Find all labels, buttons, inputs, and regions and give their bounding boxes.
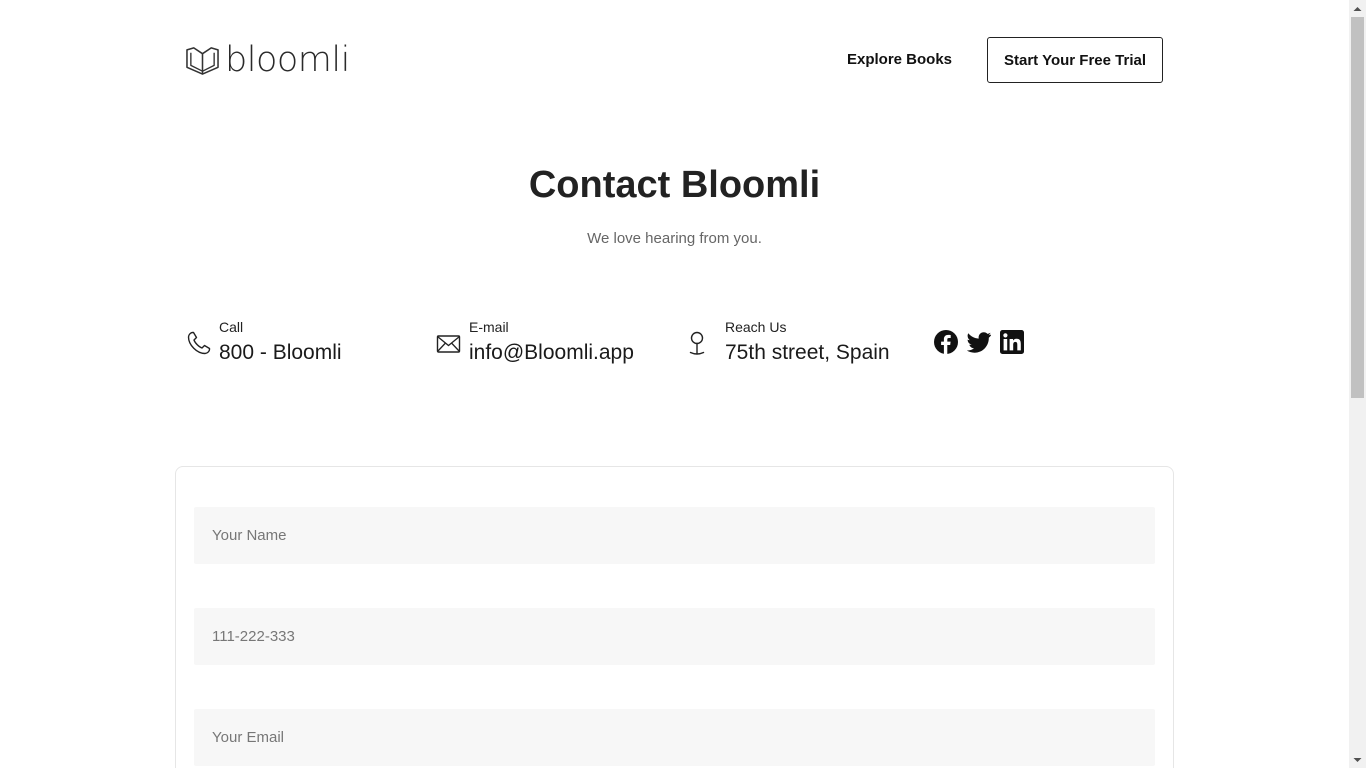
contact-email-label: E-mail <box>469 319 509 335</box>
contact-call-value[interactable]: 800 - Bloomli <box>219 340 342 366</box>
page-subtitle: We love hearing from you. <box>587 230 762 247</box>
scrollbar-thumb[interactable] <box>1351 17 1364 398</box>
page: bloomli Explore Books Start Your Free Tr… <box>0 0 1349 768</box>
twitter-icon[interactable] <box>967 330 991 354</box>
start-free-trial-button[interactable]: Start Your Free Trial <box>987 37 1163 83</box>
phone-input[interactable] <box>194 608 1155 665</box>
name-input[interactable] <box>194 507 1155 564</box>
scroll-up-icon[interactable] <box>1349 0 1366 17</box>
logo[interactable]: bloomli <box>186 39 350 80</box>
book-logo-icon <box>186 46 219 75</box>
vertical-scrollbar[interactable] <box>1349 0 1366 768</box>
scroll-down-icon[interactable] <box>1349 751 1366 768</box>
email-input[interactable] <box>194 709 1155 766</box>
contact-form <box>175 466 1174 768</box>
mail-icon <box>436 335 461 353</box>
contact-location: Reach Us 75th street, Spain <box>686 318 890 370</box>
facebook-icon[interactable] <box>934 330 958 354</box>
contact-call-label: Call <box>219 319 244 335</box>
contact-email-value[interactable]: info@Bloomli.app <box>469 340 634 366</box>
page-title: Contact Bloomli <box>528 164 821 206</box>
contact-call: Call 800 - Bloomli <box>186 318 342 370</box>
explore-books-link[interactable]: Explore Books <box>847 51 952 68</box>
location-pin-icon <box>689 331 705 355</box>
social-links <box>934 330 1024 354</box>
linkedin-icon[interactable] <box>1000 330 1024 354</box>
contact-location-label: Reach Us <box>725 319 787 335</box>
contact-location-value: 75th street, Spain <box>725 341 890 364</box>
logo-text: bloomli <box>225 39 350 80</box>
phone-icon <box>187 331 211 355</box>
contact-email: E-mail info@Bloomli.app <box>436 318 634 370</box>
